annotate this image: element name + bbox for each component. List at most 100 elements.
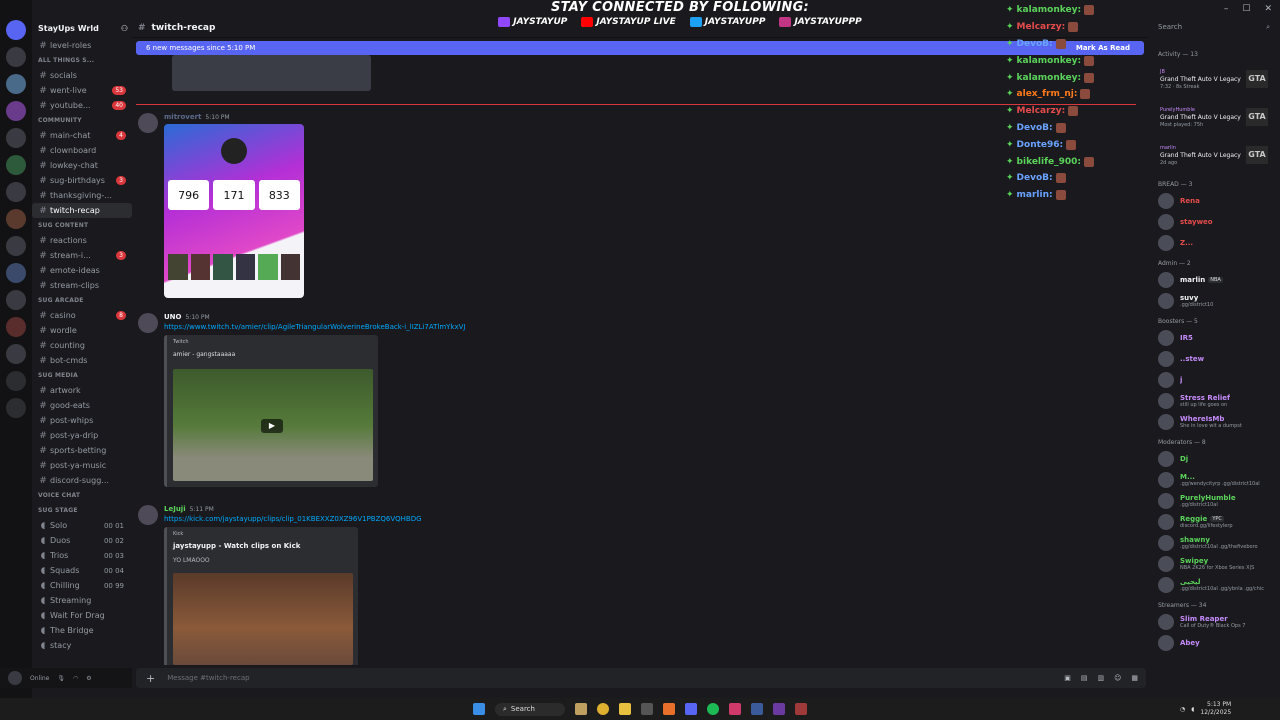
avatar[interactable] bbox=[1158, 371, 1174, 388]
voice-channel[interactable]: ◖ Chilling 00 99 bbox=[32, 578, 132, 593]
activity-card[interactable]: JB Grand Theft Auto V Legacy 7:32 · 8s Str… bbox=[1150, 60, 1280, 98]
channel-item[interactable]: # stream-clips bbox=[32, 278, 132, 293]
member-item[interactable]: Dj bbox=[1150, 448, 1280, 469]
avatar[interactable] bbox=[1158, 292, 1174, 309]
channel-item[interactable]: # post-ya-music bbox=[32, 458, 132, 473]
channel-category[interactable]: SUG ARCADE bbox=[32, 293, 132, 308]
headset-icon[interactable]: ◠ bbox=[73, 675, 78, 682]
channel-item[interactable]: # level-roles bbox=[32, 38, 132, 53]
avatar[interactable] bbox=[1158, 634, 1174, 651]
avatar[interactable] bbox=[1158, 413, 1174, 430]
message-author[interactable]: UNO 5:10 PM bbox=[164, 313, 210, 321]
channel-item[interactable]: # sug-birthdays 3 bbox=[32, 173, 132, 188]
member-item[interactable]: ليحيى .gg/district10al .gg/ybnla .gg/chic bbox=[1150, 574, 1280, 595]
server-icon[interactable] bbox=[6, 290, 26, 310]
voice-channel[interactable]: ◖ stacy bbox=[32, 638, 132, 653]
windows-start-icon[interactable] bbox=[473, 703, 485, 715]
app-icon[interactable] bbox=[750, 703, 763, 715]
server-icon[interactable] bbox=[6, 344, 26, 364]
volume-icon[interactable]: ◖ bbox=[1191, 706, 1194, 713]
member-item[interactable]: suvy .gg/district10 bbox=[1150, 290, 1280, 311]
member-item[interactable]: Z... bbox=[1150, 232, 1280, 253]
avatar[interactable] bbox=[1158, 555, 1174, 572]
member-item[interactable]: Stress Relief still up life goes on bbox=[1150, 390, 1280, 411]
add-attachment-icon[interactable]: + bbox=[146, 672, 155, 685]
server-icon[interactable] bbox=[6, 236, 26, 256]
channel-category[interactable]: SUG STAGE bbox=[32, 503, 132, 518]
discord-home-icon[interactable] bbox=[6, 20, 26, 40]
gift-icon[interactable]: ▣ bbox=[1064, 674, 1071, 682]
member-item[interactable]: PurelyHumble .gg/district10al bbox=[1150, 490, 1280, 511]
server-icon[interactable] bbox=[6, 128, 26, 148]
video-thumbnail[interactable] bbox=[173, 573, 353, 665]
member-item[interactable]: shawny .gg/district10al .gg/thefiveboro bbox=[1150, 532, 1280, 553]
voice-channel[interactable]: ◖ Trios 00 03 bbox=[32, 548, 132, 563]
channel-item[interactable]: # good-eats bbox=[32, 398, 132, 413]
add-server-icon[interactable] bbox=[6, 371, 26, 391]
voice-channel[interactable]: ◖ Streaming bbox=[32, 593, 132, 608]
channel-item[interactable]: # bot-cmds bbox=[32, 353, 132, 368]
message-input[interactable]: + Message #twitch-recap ▣ ▤ ▥ ☺ ▦ bbox=[136, 668, 1146, 688]
channel-category[interactable]: VOICE CHAT bbox=[32, 488, 132, 503]
embed-title[interactable]: amier - gangstaaaaa bbox=[173, 351, 235, 358]
channel-item[interactable]: # casino 8 bbox=[32, 308, 132, 323]
server-icon[interactable] bbox=[6, 182, 26, 202]
member-item[interactable]: Reggie YPC discord.gg/lifestylerp bbox=[1150, 511, 1280, 532]
app-icon[interactable] bbox=[662, 703, 675, 715]
app-icon[interactable] bbox=[772, 703, 785, 715]
file-explorer-icon[interactable] bbox=[618, 703, 631, 715]
avatar[interactable] bbox=[1158, 576, 1174, 593]
channel-item[interactable]: # main-chat 4 bbox=[32, 128, 132, 143]
server-icon[interactable] bbox=[6, 317, 26, 337]
minimize-icon[interactable]: – bbox=[1224, 4, 1229, 14]
taskbar-search[interactable]: ⌕ Search bbox=[495, 702, 565, 716]
app-icon[interactable] bbox=[728, 703, 741, 715]
app-icon[interactable] bbox=[640, 703, 653, 715]
avatar[interactable] bbox=[1158, 513, 1174, 530]
avatar[interactable] bbox=[1158, 492, 1174, 509]
voice-channel[interactable]: ◖ Wait For Drag bbox=[32, 608, 132, 623]
settings-icon[interactable]: ⚙ bbox=[86, 675, 91, 682]
discover-icon[interactable] bbox=[6, 398, 26, 418]
emoji-icon[interactable]: ☺ bbox=[1114, 674, 1121, 682]
avatar[interactable] bbox=[1158, 213, 1174, 230]
search-input[interactable]: Search ⌕ bbox=[1150, 20, 1278, 34]
server-icon[interactable] bbox=[6, 209, 26, 229]
spotify-icon[interactable] bbox=[706, 703, 719, 715]
server-icon[interactable] bbox=[6, 74, 26, 94]
app-icon[interactable] bbox=[794, 703, 807, 715]
activity-card[interactable]: PurelyHumble Grand Theft Auto V Legacy Mos… bbox=[1150, 98, 1280, 136]
channel-item[interactable]: # counting bbox=[32, 338, 132, 353]
server-icon[interactable] bbox=[6, 101, 26, 121]
channel-item[interactable]: # post-ya-drip bbox=[32, 428, 132, 443]
message-link[interactable]: https://www.twitch.tv/amier/clip/AgileTr… bbox=[164, 323, 465, 331]
app-icon[interactable] bbox=[574, 703, 587, 715]
avatar[interactable] bbox=[1158, 234, 1174, 251]
server-header[interactable]: StayUps Wrld ⚇ bbox=[32, 18, 132, 38]
channel-item[interactable]: # reactions bbox=[32, 233, 132, 248]
voice-channel[interactable]: ◖ The Bridge bbox=[32, 623, 132, 638]
channel-item[interactable]: # lowkey-chat bbox=[32, 158, 132, 173]
channel-item[interactable]: # went-live 53 bbox=[32, 83, 132, 98]
avatar[interactable] bbox=[138, 113, 158, 133]
channel-item[interactable]: # artwork bbox=[32, 383, 132, 398]
channel-item[interactable]: # youtube... 40 bbox=[32, 98, 132, 113]
embed-title[interactable]: jaystayupp - Watch clips on Kick bbox=[173, 542, 300, 550]
channel-item[interactable]: # wordle bbox=[32, 323, 132, 338]
server-icon[interactable] bbox=[6, 263, 26, 283]
member-item[interactable]: Swipey NBA 2K26 for Xbox Series X|S bbox=[1150, 553, 1280, 574]
microphone-icon[interactable]: 🎙 bbox=[57, 675, 65, 682]
message-author[interactable]: LeJuji 5:11 PM bbox=[164, 505, 214, 513]
server-icon[interactable] bbox=[6, 47, 26, 67]
avatar[interactable] bbox=[1158, 613, 1174, 630]
avatar[interactable] bbox=[1158, 350, 1174, 367]
channel-category[interactable]: ALL THINGS S... bbox=[32, 53, 132, 68]
avatar[interactable] bbox=[1158, 271, 1174, 288]
avatar[interactable] bbox=[1158, 471, 1174, 488]
message-author[interactable]: mitrovert 5:10 PM bbox=[164, 113, 230, 121]
member-item[interactable]: Abey bbox=[1150, 632, 1280, 653]
avatar[interactable] bbox=[1158, 392, 1174, 409]
sticker-icon[interactable]: ▥ bbox=[1097, 674, 1104, 682]
member-item[interactable]: ..stew bbox=[1150, 348, 1280, 369]
apps-icon[interactable]: ▦ bbox=[1131, 674, 1138, 682]
